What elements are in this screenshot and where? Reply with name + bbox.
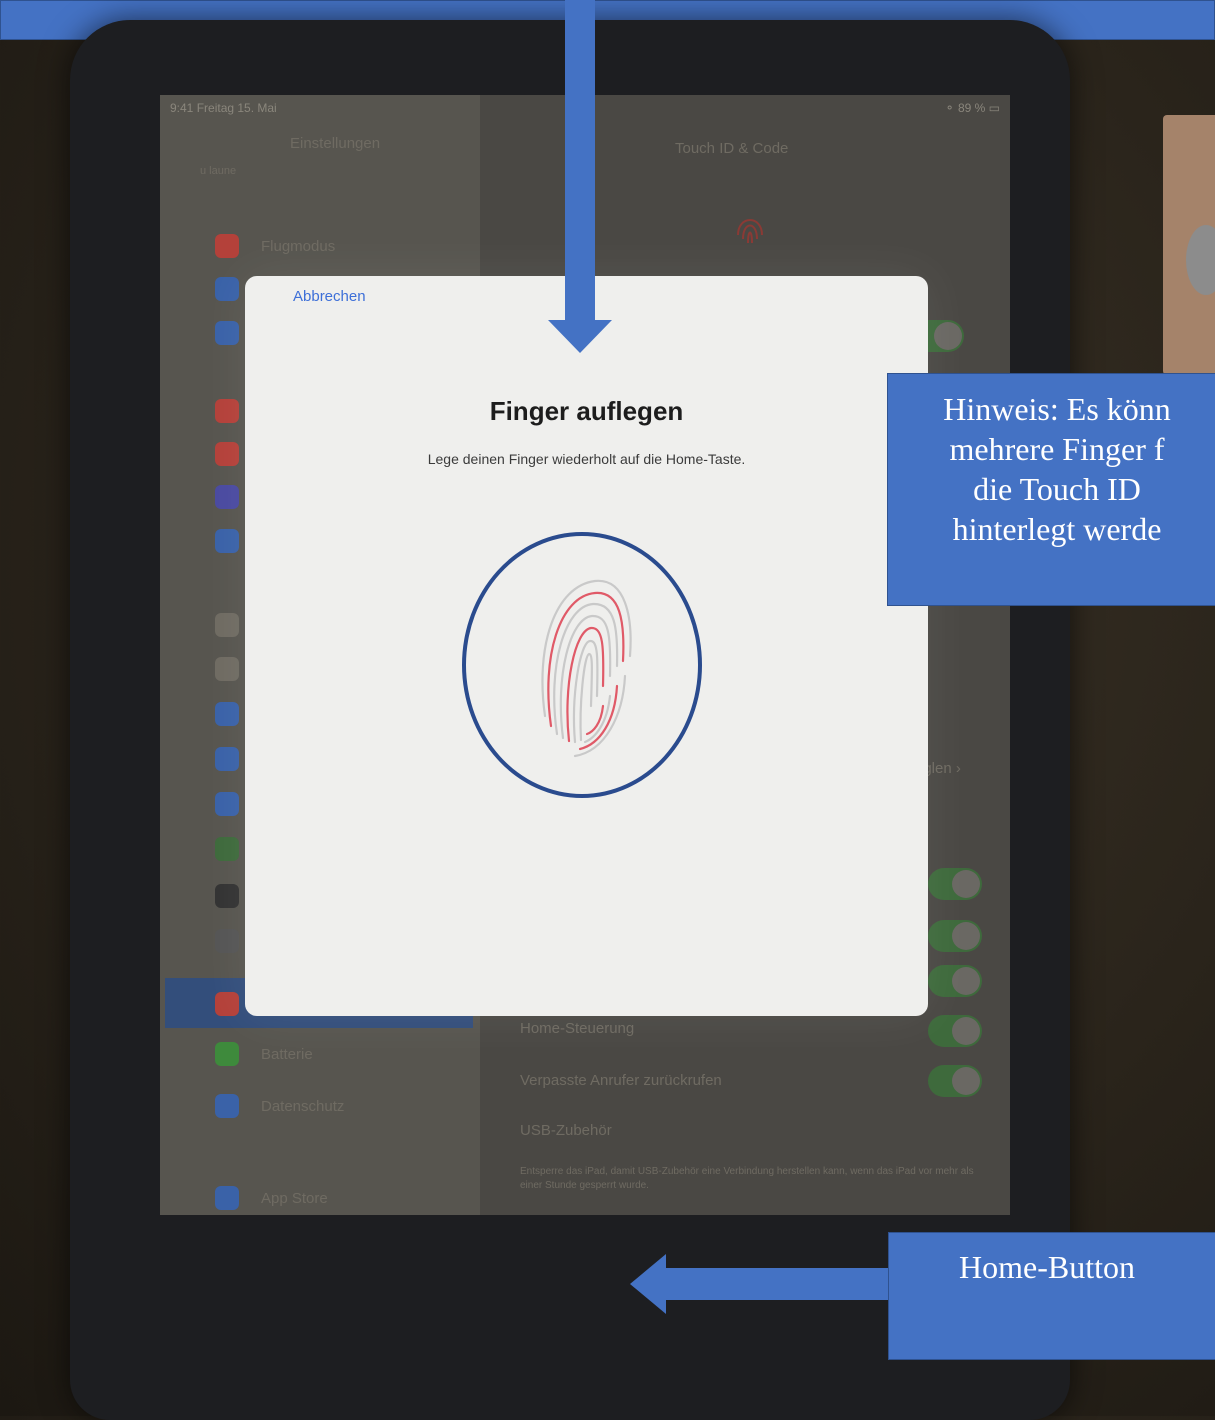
sidebar-item-battery[interactable]: Batterie (215, 1038, 313, 1070)
fingerprint-icon (215, 992, 239, 1016)
pencil-icon (215, 929, 239, 953)
sidebar-item-label: Batterie (261, 1045, 313, 1063)
app-store-icon (215, 1186, 239, 1210)
hint-line: Hinweis: Es könn (943, 391, 1171, 427)
home-button-label: Home-Button (888, 1232, 1215, 1360)
hint-line: hinterlegt werde (952, 511, 1162, 547)
gear-icon (215, 613, 239, 637)
toggle-switch[interactable] (928, 1065, 982, 1097)
hourglass-icon (215, 529, 239, 553)
airplane-icon (215, 234, 239, 258)
sidebar-item-privacy[interactable]: Datenschutz (215, 1090, 344, 1122)
notifications-icon (215, 399, 239, 423)
fingerprint-icon (737, 219, 763, 244)
accessibility-icon (215, 792, 239, 816)
control-center-icon (215, 657, 239, 681)
bluetooth-icon (215, 321, 239, 345)
detail-title: Touch ID & Code (675, 140, 789, 157)
arrow-down-head (548, 320, 612, 353)
status-icons: ⚬ 89 % ▭ (944, 101, 1000, 115)
status-time: 9:41 Freitag 15. Mai (170, 101, 277, 115)
sidebar-item-label: Flugmodus (261, 237, 336, 255)
hand-icon (215, 1094, 239, 1118)
profile-caption: u laune (200, 165, 237, 177)
home-screen-icon (215, 747, 239, 771)
detail-row-home-steuerung[interactable]: Home-Steuerung (520, 1020, 634, 1037)
toggle-switch[interactable] (928, 868, 982, 900)
moon-icon (215, 485, 239, 509)
toggle-switch[interactable] (928, 965, 982, 997)
cancel-button[interactable]: Abbrechen (293, 288, 366, 305)
sounds-icon (215, 442, 239, 466)
detail-row-verpasste-anrufe[interactable]: Verpasste Anrufer zurückrufen (520, 1072, 722, 1089)
detail-row-usb-zubehoer[interactable]: USB-Zubehör (520, 1122, 612, 1139)
arrow-left-head (630, 1254, 666, 1314)
hint-line: mehrere Finger f (949, 431, 1165, 467)
arrow-down-annotation (565, 0, 595, 320)
wallpaper-icon (215, 837, 239, 861)
hint-line: die Touch ID (973, 471, 1141, 507)
battery-icon (215, 1042, 239, 1066)
sidebar-item-app-store[interactable]: App Store (215, 1182, 328, 1214)
arrow-left-annotation (665, 1268, 890, 1300)
hint-callout: Hinweis: Es könn mehrere Finger f die To… (887, 373, 1215, 606)
usb-note: Entsperre das iPad, damit USB-Zubehör ei… (520, 1166, 974, 1191)
siri-icon (215, 884, 239, 908)
sidebar-item-label: Datenschutz (261, 1097, 345, 1115)
fingerprint-highlight-circle (462, 532, 702, 798)
enroll-finger-modal: Abbrechen Finger auflegen Lege deinen Fi… (245, 276, 928, 1016)
toggle-switch[interactable] (928, 1015, 982, 1047)
toggle-switch[interactable] (928, 920, 982, 952)
modal-subtitle: Lege deinen Finger wiederholt auf die Ho… (427, 451, 746, 467)
wifi-icon (215, 277, 239, 301)
sidebar-title: Einstellungen (290, 135, 381, 152)
sidebar-item-label: App Store (261, 1189, 328, 1207)
sidebar-item-flugmodus[interactable]: Flugmodus (215, 230, 335, 262)
display-icon (215, 702, 239, 726)
modal-title: Finger auflegen (489, 396, 684, 426)
